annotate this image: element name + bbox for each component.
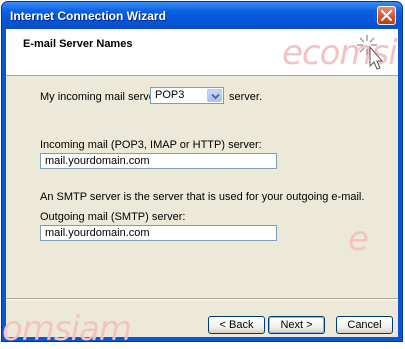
wizard-window: Internet Connection Wizard E-mail Server… xyxy=(1,1,403,349)
close-icon xyxy=(381,10,392,21)
outgoing-server-label: Outgoing mail (SMTP) server: xyxy=(40,211,186,223)
outgoing-server-input[interactable]: mail.yourdomain.com xyxy=(40,225,277,241)
server-type-value: POP3 xyxy=(155,89,185,101)
close-button[interactable] xyxy=(377,6,396,25)
next-button[interactable]: Next > xyxy=(268,316,325,334)
window-title: Internet Connection Wizard xyxy=(10,9,166,23)
cancel-button[interactable]: Cancel xyxy=(336,316,393,334)
incoming-server-label: Incoming mail (POP3, IMAP or HTTP) serve… xyxy=(40,139,262,151)
incoming-type-suffix: server. xyxy=(229,91,263,103)
incoming-server-input[interactable]: mail.yourdomain.com xyxy=(40,153,277,169)
dropdown-button[interactable] xyxy=(207,89,222,102)
chevron-down-icon xyxy=(211,93,220,100)
wizard-header: E-mail Server Names ecomsiam xyxy=(6,29,398,76)
page-title: E-mail Server Names xyxy=(23,38,133,50)
smtp-description: An SMTP server is the server that is use… xyxy=(40,191,365,203)
back-button[interactable]: < Back xyxy=(208,316,265,334)
title-bar[interactable]: Internet Connection Wizard xyxy=(2,2,402,29)
wizard-body: E-mail Server Names ecomsiam e omsiam My… xyxy=(2,29,398,349)
wizard-sparkle-icon xyxy=(357,35,384,70)
watermark-text-bottom: omsiam xyxy=(2,309,132,349)
footer-divider xyxy=(6,298,398,300)
server-type-select[interactable]: POP3 xyxy=(150,87,224,104)
watermark-mark: e xyxy=(348,219,369,259)
